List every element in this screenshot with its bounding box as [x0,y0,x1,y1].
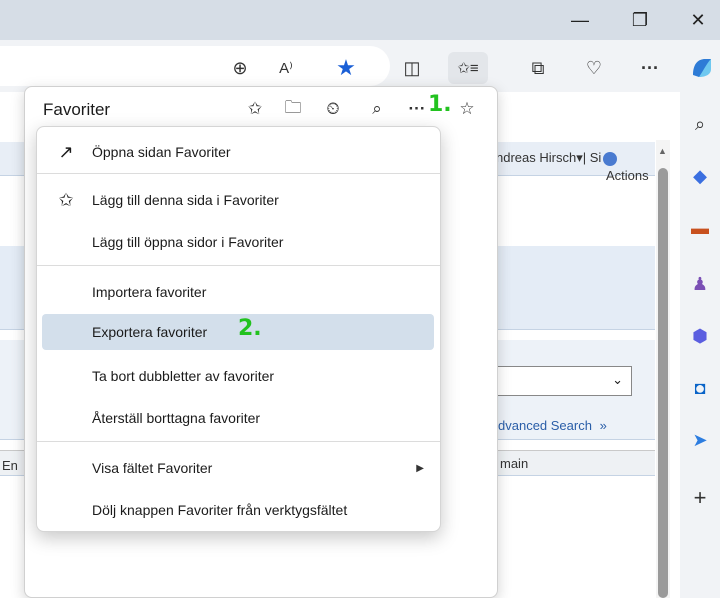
read-aloud-icon[interactable]: A⁾ [270,52,302,84]
close-button[interactable]: ✕ [678,6,718,34]
favorites-title: Favoriter [43,100,111,119]
user-menu[interactable]: ndreas Hirsch▾| Si [496,150,618,166]
submenu-arrow-icon: ▶ [416,462,424,474]
menu-item-export-favorites[interactable]: Exportera favoriter 2. [42,314,434,350]
menu-item-open-favorites-page[interactable]: ↗ Öppna sidan Favoriter [42,134,434,170]
tag-icon[interactable]: ◆ [688,164,712,188]
search-icon[interactable]: ⌕ [688,112,712,136]
annotation-2: 2. [238,316,262,341]
title-bar [0,0,720,40]
domain-select[interactable]: ⌄ [490,366,632,396]
microsoft365-icon[interactable]: ⬢ [688,324,712,348]
actions-link[interactable]: Actions [606,168,649,183]
browser-essentials-icon[interactable]: ♡ [578,52,610,84]
send-icon[interactable]: ➤ [688,428,712,452]
menu-item-add-page[interactable]: ✩ Lägg till denna sida i Favoriter [42,182,434,218]
more-icon[interactable]: ··· [634,52,666,84]
add-favorite-icon: ✩ [58,189,74,210]
restore-icon: ❐ [631,9,649,30]
column-fragment: En [2,458,18,473]
pin-icon[interactable]: ☆ [452,94,482,124]
menu-item-remove-duplicates[interactable]: Ta bort dubbletter av favoriter [42,358,434,394]
add-icon[interactable]: + [688,485,712,510]
history-icon[interactable]: ⏲ [318,94,348,124]
domain-column-header[interactable]: main [500,456,528,471]
menu-item-hide-favorites-button[interactable]: Dölj knappen Favoriter från verktygsfält… [42,492,434,528]
scroll-up-arrow[interactable]: ▲ [658,146,667,156]
search-favorites-icon[interactable]: ⌕ [362,94,392,124]
menu-item-add-open-pages[interactable]: Lägg till öppna sidor i Favoriter [42,224,434,260]
favorites-icon[interactable]: ✩≡ [448,52,488,84]
minimize-icon: — [571,9,589,30]
menu-item-restore-deleted[interactable]: Återställ borttagna favoriter [42,400,434,436]
advanced-search-link[interactable]: dvanced Search » [498,418,607,433]
annotation-1: 1. [428,92,452,117]
split-screen-icon[interactable]: ◫ [396,52,428,84]
menu-item-import-favorites[interactable]: Importera favoriter [42,274,434,310]
people-icon[interactable]: ♟ [688,272,712,296]
favorite-star-icon[interactable]: ★ [330,52,362,84]
minimize-button[interactable]: — [560,6,600,34]
collections-icon[interactable]: ⧉ [522,52,554,84]
copilot-icon[interactable] [686,52,718,84]
scrollbar-thumb[interactable] [658,168,668,598]
menu-separator [37,441,440,442]
menu-separator [37,173,440,174]
help-icon[interactable] [603,151,618,166]
add-folder-icon[interactable]: 🗀 [278,94,308,124]
toolbox-icon[interactable]: ▬ [688,216,712,240]
zoom-icon[interactable]: ⊕ [224,52,256,84]
menu-separator [37,265,440,266]
open-external-icon: ↗ [58,141,74,162]
outlook-icon[interactable]: ◘ [688,376,712,400]
close-icon: ✕ [690,9,706,30]
add-favorite-icon[interactable]: ✩ [240,94,270,124]
menu-item-show-favorites-bar[interactable]: Visa fältet Favoriter ▶ [42,450,434,486]
restore-button[interactable]: ❐ [620,6,660,34]
